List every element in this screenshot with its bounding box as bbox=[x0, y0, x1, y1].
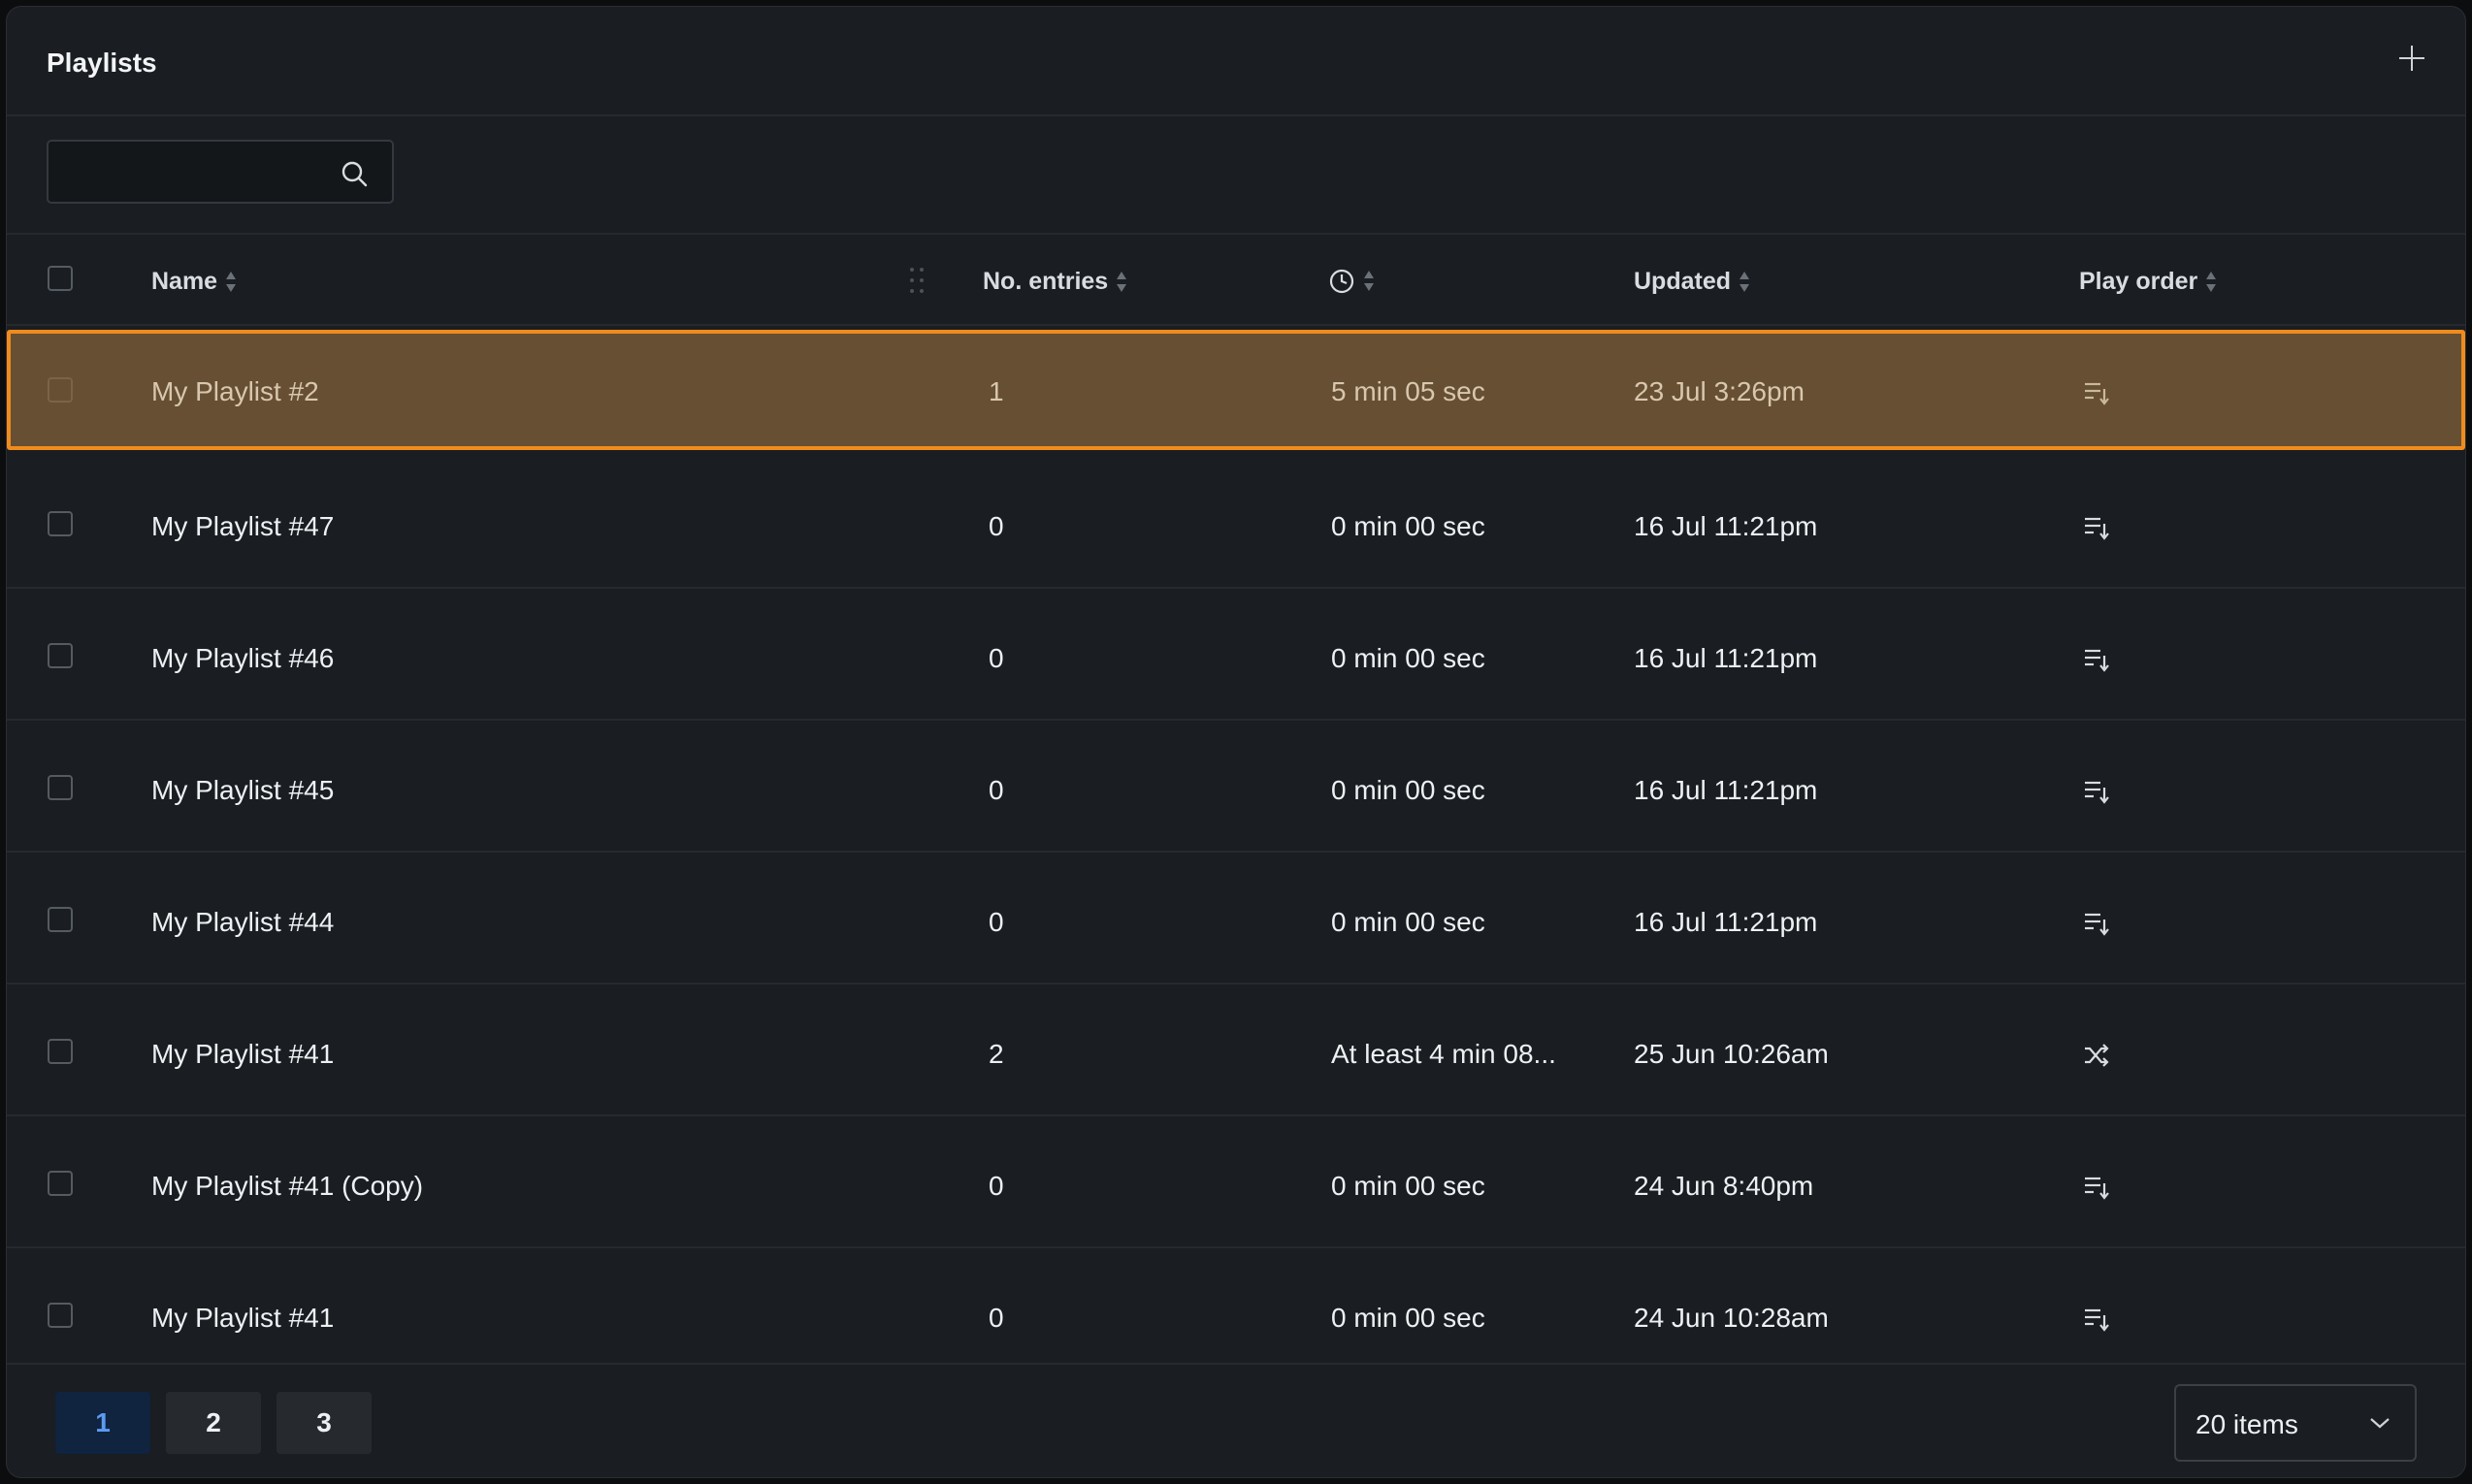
sort-icon bbox=[1364, 268, 1374, 295]
updated-date: 24 Jun 8:40pm bbox=[1634, 1171, 1814, 1201]
row-checkbox[interactable] bbox=[48, 377, 73, 403]
row-checkbox[interactable] bbox=[48, 511, 73, 536]
column-name[interactable]: Name bbox=[151, 268, 237, 296]
select-all-checkbox[interactable] bbox=[48, 266, 73, 291]
entry-count: 0 bbox=[989, 907, 1004, 937]
table-header: Name No. entries Updated Play order bbox=[7, 235, 2465, 326]
sort-icon bbox=[1117, 269, 1127, 296]
sort-icon bbox=[2206, 269, 2217, 296]
duration: 0 min 00 sec bbox=[1331, 1171, 1485, 1201]
row-checkbox[interactable] bbox=[48, 775, 73, 800]
row-checkbox[interactable] bbox=[48, 1039, 73, 1064]
table-row[interactable]: My Playlist #47 0 0 min 00 sec 16 Jul 11… bbox=[7, 457, 2465, 589]
page-size-value: 20 items bbox=[2196, 1409, 2298, 1439]
sequential-order-icon bbox=[2085, 382, 2109, 405]
duration: 0 min 00 sec bbox=[1331, 907, 1485, 937]
entry-count: 2 bbox=[989, 1039, 1004, 1069]
duration: At least 4 min 08... bbox=[1331, 1039, 1556, 1069]
table-row[interactable]: My Playlist #41 (Copy) 0 0 min 00 sec 24… bbox=[7, 1116, 2465, 1248]
playlist-name: My Playlist #46 bbox=[151, 643, 335, 673]
sequential-order-icon bbox=[2085, 1177, 2109, 1200]
page-button-3[interactable]: 3 bbox=[276, 1392, 372, 1454]
duration: 0 min 00 sec bbox=[1331, 511, 1485, 541]
duration: 5 min 05 sec bbox=[1331, 376, 1485, 406]
updated-date: 16 Jul 11:21pm bbox=[1634, 775, 1818, 805]
updated-date: 16 Jul 11:21pm bbox=[1634, 643, 1818, 673]
duration: 0 min 00 sec bbox=[1331, 1303, 1485, 1333]
playlists-panel: Playlists Name No. entries Updated Play … bbox=[6, 6, 2466, 1478]
column-drag-handle-icon[interactable] bbox=[908, 266, 926, 295]
row-checkbox[interactable] bbox=[48, 1303, 73, 1328]
playlist-name: My Playlist #44 bbox=[151, 907, 335, 937]
entry-count: 0 bbox=[989, 643, 1004, 673]
playlist-name: My Playlist #47 bbox=[151, 511, 335, 541]
page-button-2[interactable]: 2 bbox=[166, 1392, 261, 1454]
sequential-order-icon bbox=[2085, 781, 2109, 804]
clock-icon bbox=[1329, 269, 1354, 294]
search-box[interactable] bbox=[47, 140, 394, 204]
add-playlist-button[interactable] bbox=[2397, 44, 2426, 73]
table-row[interactable]: My Playlist #41 0 0 min 00 sec 24 Jun 10… bbox=[7, 1248, 2465, 1365]
table-row[interactable]: My Playlist #46 0 0 min 00 sec 16 Jul 11… bbox=[7, 589, 2465, 721]
duration: 0 min 00 sec bbox=[1331, 775, 1485, 805]
row-checkbox[interactable] bbox=[48, 643, 73, 668]
playlist-name: My Playlist #41 bbox=[151, 1039, 335, 1069]
search-input[interactable] bbox=[62, 142, 338, 204]
column-play-order[interactable]: Play order bbox=[2079, 268, 2217, 296]
entry-count: 0 bbox=[989, 1303, 1004, 1333]
column-entries[interactable]: No. entries bbox=[983, 268, 1127, 296]
playlist-name: My Playlist #2 bbox=[151, 376, 319, 406]
panel-header: Playlists bbox=[7, 7, 2465, 116]
chevron-down-icon bbox=[2370, 1418, 2390, 1429]
playlist-name: My Playlist #45 bbox=[151, 775, 335, 805]
column-updated[interactable]: Updated bbox=[1634, 268, 1749, 296]
entry-count: 0 bbox=[989, 511, 1004, 541]
page-size-select[interactable]: 20 items bbox=[2174, 1384, 2417, 1462]
page-title: Playlists bbox=[47, 48, 157, 78]
entry-count: 0 bbox=[989, 775, 1004, 805]
updated-date: 25 Jun 10:26am bbox=[1634, 1039, 1829, 1069]
duration: 0 min 00 sec bbox=[1331, 643, 1485, 673]
updated-date: 16 Jul 11:21pm bbox=[1634, 907, 1818, 937]
updated-date: 16 Jul 11:21pm bbox=[1634, 511, 1818, 541]
updated-date: 23 Jul 3:26pm bbox=[1634, 376, 1805, 406]
sequential-order-icon bbox=[2085, 1308, 2109, 1332]
table-row[interactable]: My Playlist #2 1 5 min 05 sec 23 Jul 3:2… bbox=[7, 330, 2465, 450]
sequential-order-icon bbox=[2085, 913, 2109, 936]
table-row[interactable]: My Playlist #45 0 0 min 00 sec 16 Jul 11… bbox=[7, 721, 2465, 853]
updated-date: 24 Jun 10:28am bbox=[1634, 1303, 1829, 1333]
entry-count: 1 bbox=[989, 376, 1004, 406]
sequential-order-icon bbox=[2085, 649, 2109, 672]
playlist-name: My Playlist #41 bbox=[151, 1303, 335, 1333]
table-footer: 1 2 3 20 items bbox=[7, 1365, 2465, 1477]
search-bar bbox=[7, 116, 2465, 235]
page-button-1[interactable]: 1 bbox=[55, 1392, 150, 1454]
row-checkbox[interactable] bbox=[48, 907, 73, 932]
table-row[interactable]: My Playlist #44 0 0 min 00 sec 16 Jul 11… bbox=[7, 853, 2465, 984]
table-row[interactable]: My Playlist #41 2 At least 4 min 08... 2… bbox=[7, 984, 2465, 1116]
entry-count: 0 bbox=[989, 1171, 1004, 1201]
sort-icon bbox=[1740, 269, 1749, 296]
row-checkbox[interactable] bbox=[48, 1171, 73, 1196]
playlist-name: My Playlist #41 (Copy) bbox=[151, 1171, 424, 1201]
column-duration[interactable] bbox=[1328, 268, 1374, 295]
sequential-order-icon bbox=[2085, 517, 2109, 540]
sort-icon bbox=[226, 269, 237, 296]
search-icon[interactable] bbox=[340, 159, 369, 188]
shuffle-icon bbox=[2085, 1044, 2109, 1067]
